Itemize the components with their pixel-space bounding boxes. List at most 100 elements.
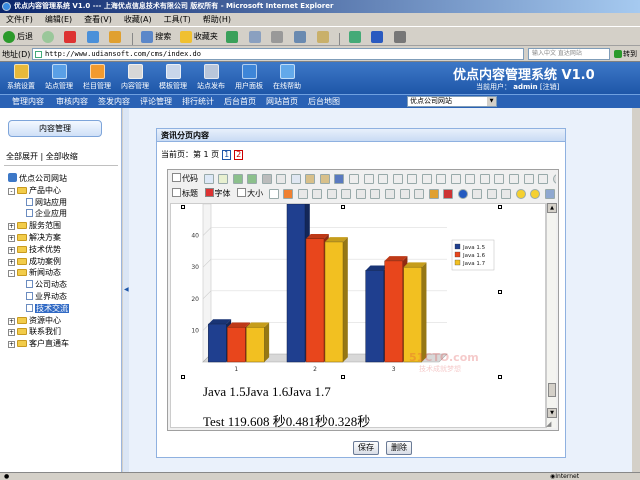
settings-icon[interactable] (552, 174, 556, 184)
align-left-icon[interactable] (349, 174, 360, 184)
collapse-icon[interactable]: - (8, 187, 15, 195)
print-button[interactable] (268, 27, 288, 45)
expand-icon[interactable]: + (8, 341, 15, 349)
template-icon[interactable] (370, 189, 381, 199)
menu-help[interactable]: 帮助(H) (197, 13, 237, 27)
select-all-icon[interactable] (494, 174, 505, 184)
tree-item[interactable]: + 客户直通车 (8, 338, 69, 349)
tree-item[interactable]: 企业应用 (26, 208, 67, 219)
site-select[interactable]: 优点公司网站 ▼ (407, 96, 497, 107)
justify-icon[interactable] (392, 174, 403, 184)
heading-button[interactable]: 标题 (172, 187, 198, 201)
resize-handle[interactable] (498, 375, 502, 379)
redo-icon[interactable] (247, 174, 258, 184)
collapse-all-link[interactable]: 全部收缩 (46, 152, 78, 161)
spellcheck-icon[interactable] (501, 189, 512, 199)
subscript-icon[interactable] (465, 174, 476, 184)
expand-icon[interactable]: + (8, 258, 15, 266)
expand-icon[interactable]: + (8, 329, 15, 337)
subnav-admin-home[interactable]: 后台首页 (224, 96, 256, 107)
delete-button[interactable]: 删除 (386, 441, 412, 455)
history-button[interactable] (223, 27, 243, 45)
unordered-list-icon[interactable] (421, 174, 432, 184)
special-char-icon[interactable] (385, 189, 396, 199)
print-icon[interactable] (261, 174, 272, 184)
mail-button[interactable] (246, 27, 266, 45)
nav-item-2[interactable]: 栏目管理 (77, 62, 117, 94)
copy-icon[interactable] (290, 174, 301, 184)
preview-icon[interactable] (218, 174, 229, 184)
resize-grip-icon[interactable]: ◢ (546, 420, 556, 430)
indent-icon[interactable] (450, 174, 461, 184)
nav-item-4[interactable]: 模板管理 (153, 62, 193, 94)
nav-item-0[interactable]: 系统设置 (1, 62, 41, 94)
scroll-down-icon[interactable]: ▼ (547, 408, 557, 418)
font-button[interactable]: 字体 (204, 187, 231, 201)
resize-handle[interactable] (181, 375, 185, 379)
menu-file[interactable]: 文件(F) (0, 13, 39, 27)
tree-item[interactable]: 技术交流 (26, 303, 69, 314)
tree-item[interactable]: - 新闻动态 (8, 267, 61, 278)
anchor-icon[interactable] (399, 189, 410, 199)
image-icon[interactable] (538, 174, 549, 184)
nav-item-6[interactable]: 用户面板 (229, 62, 269, 94)
tree-item[interactable]: + 技术优势 (8, 244, 61, 255)
tools-button[interactable] (391, 27, 411, 45)
scroll-thumb[interactable] (548, 383, 556, 397)
tree-item[interactable]: + 解决方案 (8, 232, 61, 243)
resize-handle[interactable] (181, 205, 185, 209)
menu-view[interactable]: 查看(V) (78, 13, 118, 27)
superscript-icon[interactable] (479, 174, 490, 184)
link-icon[interactable] (443, 189, 454, 199)
expand-all-link[interactable]: 全部展开 (6, 152, 38, 161)
home-button[interactable] (106, 27, 126, 45)
logout-link[interactable]: [注销] (540, 83, 559, 91)
bluetooth-button[interactable] (368, 27, 388, 45)
nav-item-3[interactable]: 内容管理 (115, 62, 155, 94)
paste-text-icon[interactable] (319, 174, 330, 184)
expand-icon[interactable]: + (8, 223, 15, 231)
table-icon[interactable] (341, 189, 352, 199)
tree-item[interactable]: + 服务范围 (8, 220, 61, 231)
smiley-icon[interactable] (515, 189, 526, 199)
file-icon[interactable] (326, 189, 337, 199)
resize-handle[interactable] (341, 375, 345, 379)
menu-edit[interactable]: 编辑(E) (39, 13, 78, 27)
size-button[interactable]: 大小 (237, 187, 263, 201)
nav-item-7[interactable]: 在线帮助 (267, 62, 307, 94)
form-icon[interactable] (355, 189, 366, 199)
menu-favorites[interactable]: 收藏(A) (118, 13, 158, 27)
paragraph-icon[interactable] (414, 189, 425, 199)
background-color-icon[interactable] (283, 189, 294, 199)
undo-icon[interactable] (232, 174, 243, 184)
tree-item[interactable]: 公司动态 (26, 279, 67, 290)
align-center-icon[interactable] (363, 174, 374, 184)
text-color-icon[interactable] (268, 189, 279, 199)
collapse-icon[interactable]: - (8, 270, 15, 278)
refresh-button[interactable] (84, 27, 104, 45)
paste-word-icon[interactable] (334, 174, 345, 184)
chain-link-icon[interactable] (545, 189, 556, 199)
editor-scrollbar[interactable]: ▲ ▼ (546, 203, 557, 428)
paste-icon[interactable] (305, 174, 316, 184)
forward-button[interactable] (39, 27, 59, 45)
go-button[interactable]: 转到 (614, 48, 640, 60)
editor-content-area[interactable]: 10 20 30 40 1 2 3 Java 1.5 Java 1.6 Java 1.7 51CTO… (170, 203, 546, 428)
tree-item[interactable]: 业界动态 (26, 291, 67, 302)
subnav-manage-content[interactable]: 管理内容 (12, 96, 44, 107)
page-link-2[interactable]: 2 (234, 150, 244, 160)
keyword-search-input[interactable]: 输入中文 直达网站 (528, 48, 610, 60)
edit-button[interactable] (291, 27, 311, 45)
outdent-icon[interactable] (436, 174, 447, 184)
subnav-comments[interactable]: 评论管理 (140, 96, 172, 107)
tree-item[interactable]: 网站应用 (26, 197, 67, 208)
tree-item[interactable]: + 联系我们 (8, 326, 61, 337)
font-color-icon[interactable] (523, 174, 534, 184)
nav-item-5[interactable]: 站点发布 (191, 62, 231, 94)
tree-item[interactable]: + 成功案例 (8, 256, 61, 267)
horizontal-rule-icon[interactable] (486, 189, 497, 199)
expand-icon[interactable]: + (8, 235, 15, 242)
address-input[interactable]: http://www.udiansoft.com/cms/index.do (32, 48, 524, 60)
subnav-issue-content[interactable]: 签发内容 (98, 96, 130, 107)
format-icon[interactable] (509, 174, 520, 184)
